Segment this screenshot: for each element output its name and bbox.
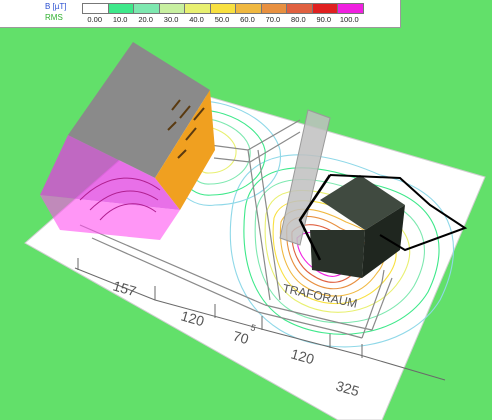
3d-field-visualization[interactable]: 157 120 70 5 120 325 TRAFORAUM [0,0,492,420]
